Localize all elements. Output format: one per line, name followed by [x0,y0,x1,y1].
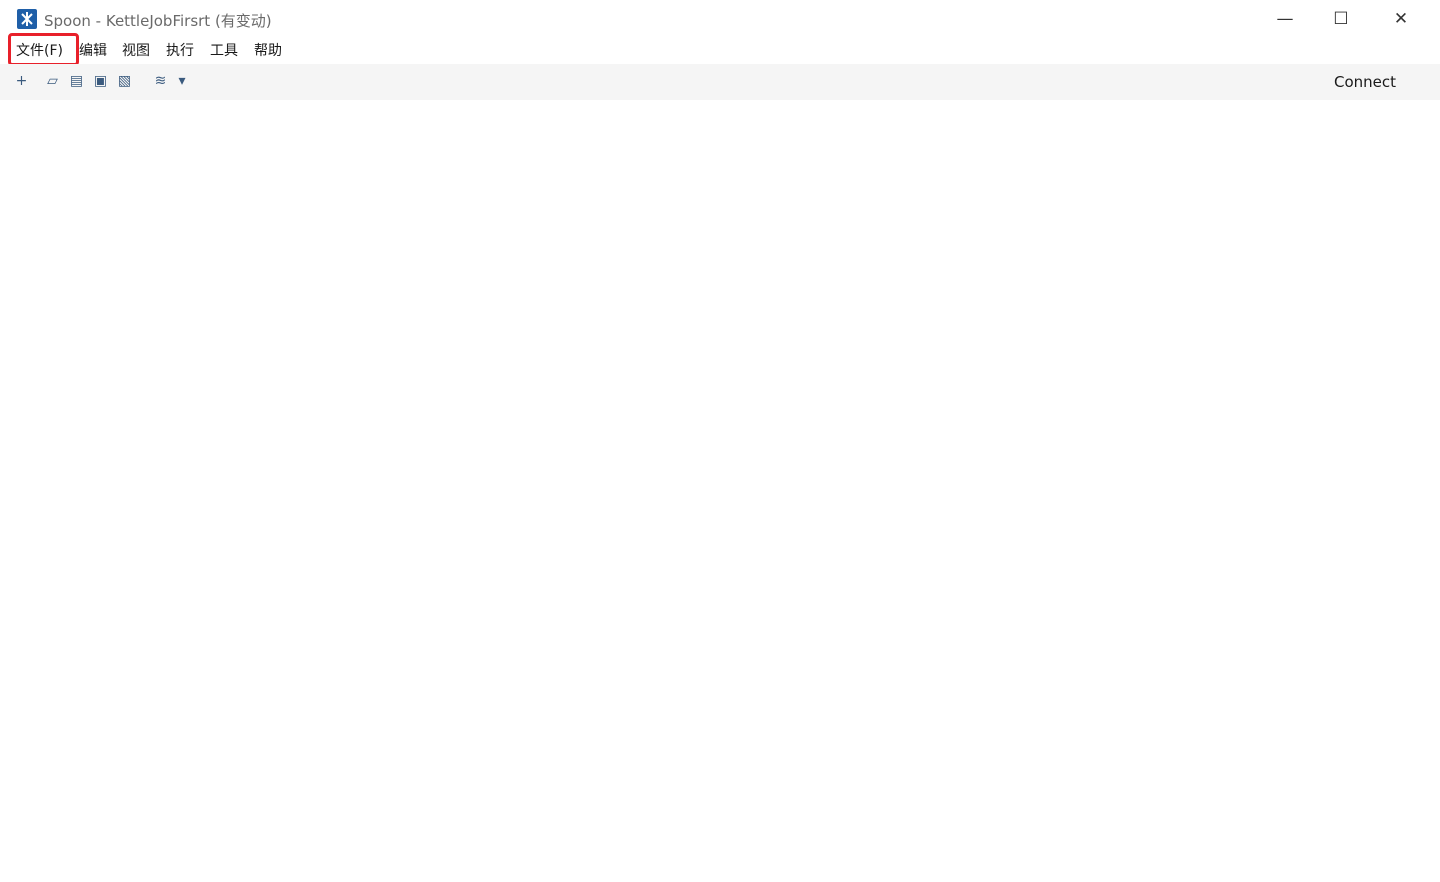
spoon-app-icon [17,9,37,29]
menu-view[interactable]: 视图 [122,41,150,61]
menu-help[interactable]: 帮助 [254,41,282,61]
close-button[interactable]: ✕ [1378,6,1424,32]
maximize-button[interactable]: ☐ [1318,6,1364,32]
menu-run[interactable]: 执行 [166,41,194,61]
save-icon[interactable]: ▣ [92,73,109,90]
save-as-icon[interactable]: ▧ [116,73,133,90]
menu-edit[interactable]: 编辑 [79,41,107,61]
new-file-icon[interactable]: + [13,73,30,90]
perspective-layers-icon[interactable]: ≋ [152,73,169,90]
perspective-dropdown-icon[interactable]: ▾ [176,73,188,90]
minimize-button[interactable]: — [1262,6,1308,32]
file-menu-highlight [8,33,79,66]
menu-bar: 文件(F) 编辑 视图 执行 工具 帮助 [0,38,1440,64]
connect-button[interactable]: Connect [1334,73,1396,91]
main-toolbar: + ▱ ▤ ▣ ▧ ≋ ▾ Connect [0,64,1440,100]
open-file-icon[interactable]: ▱ [44,73,61,90]
menu-tools[interactable]: 工具 [210,41,238,61]
explore-repository-icon[interactable]: ▤ [68,73,85,90]
title-bar: Spoon - KettleJobFirsrt (有变动) — ☐ ✕ [0,0,1440,38]
window-title: Spoon - KettleJobFirsrt (有变动) [44,12,272,30]
